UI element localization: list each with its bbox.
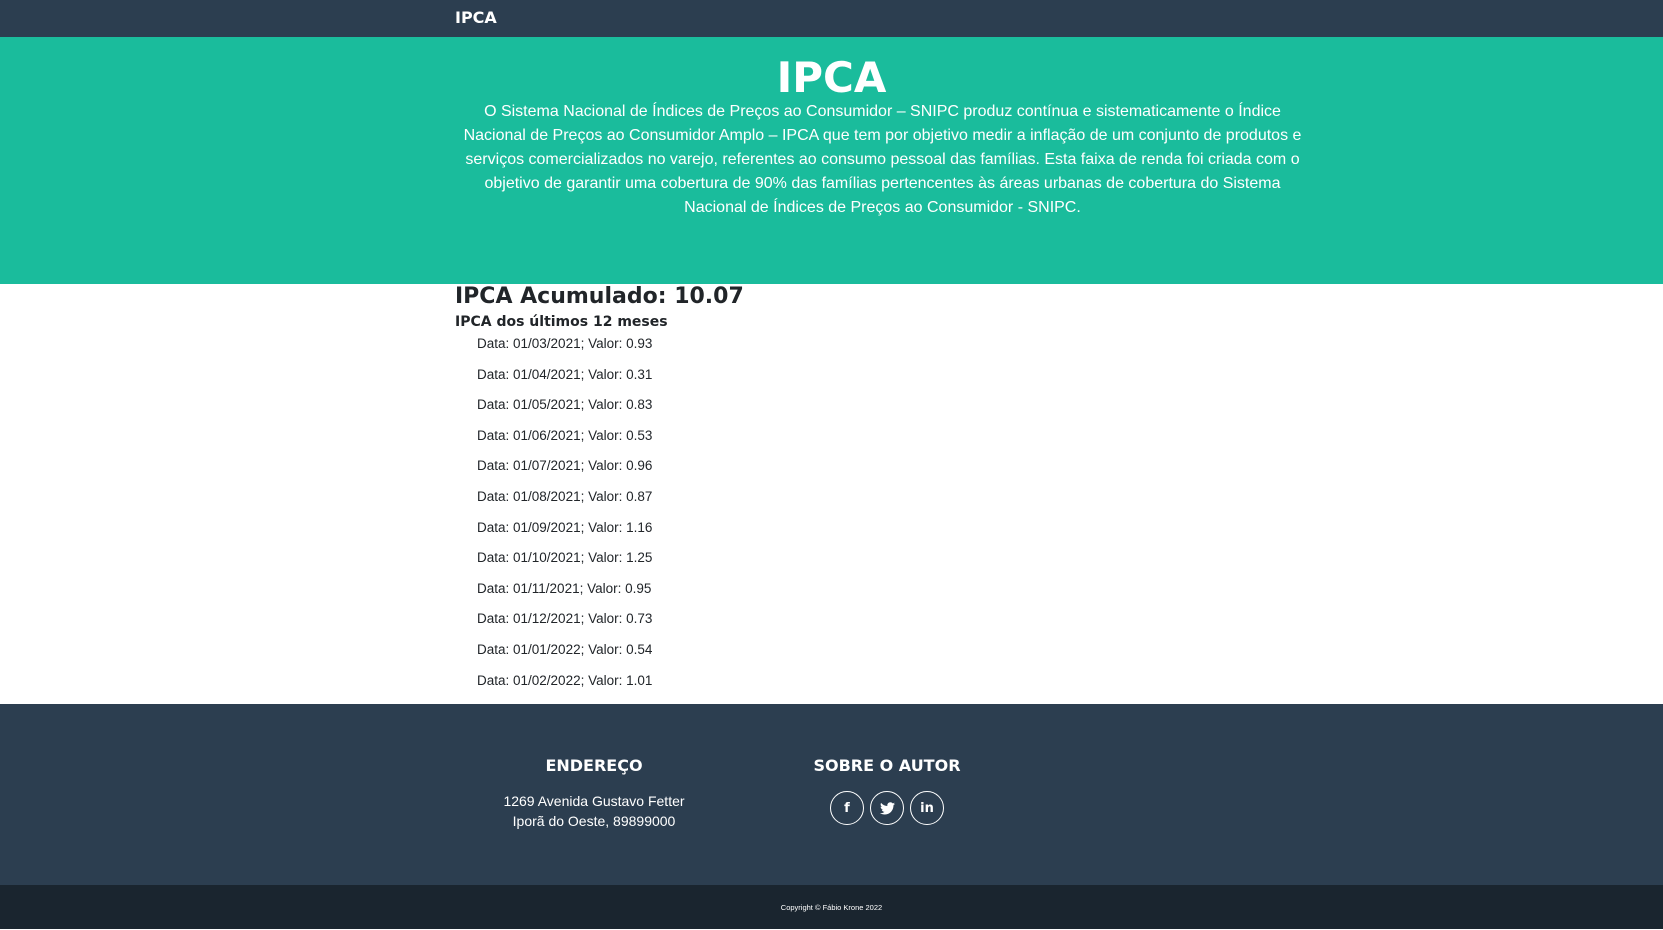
list-item: Data: 01/04/2021; Valor: 0.31 (477, 366, 653, 382)
list-item: Data: 01/10/2021; Valor: 1.25 (477, 550, 653, 566)
address-column: ENDEREÇO 1269 Avenida Gustavo Fetter Ipo… (494, 756, 694, 831)
list-item: Data: 01/03/2021; Valor: 0.93 (477, 336, 653, 351)
address-title: ENDEREÇO (545, 756, 643, 775)
social-links: f in (787, 791, 987, 825)
linkedin-icon[interactable]: in (910, 791, 944, 825)
navbar-brand[interactable]: IPCA (455, 8, 497, 27)
list-item: Data: 01/02/2022; Valor: 1.01 (477, 672, 653, 688)
hero-section: IPCA O Sistema Nacional de Índices de Pr… (0, 37, 1663, 284)
about-title: SOBRE O AUTOR (813, 756, 961, 775)
address-line-1: 1269 Avenida Gustavo Fetter (503, 793, 685, 809)
list-item: Data: 01/08/2021; Valor: 0.87 (477, 488, 653, 504)
monthly-subtitle: IPCA dos últimos 12 meses (455, 314, 668, 330)
hero-description: O Sistema Nacional de Índices de Preços … (463, 103, 1302, 216)
accumulated-label: IPCA Acumulado: (455, 284, 667, 309)
hero-title: IPCA (776, 53, 887, 102)
list-item: Data: 01/01/2022; Valor: 0.54 (477, 641, 653, 657)
footer: ENDEREÇO 1269 Avenida Gustavo Fetter Ipo… (0, 704, 1663, 885)
address-line-2: Iporã do Oeste, 89899000 (512, 813, 676, 829)
twitter-bird-shape (879, 801, 895, 814)
about-column: SOBRE O AUTOR f in (787, 756, 987, 825)
copyright-bar: Copyright © Fábio Krone 2022 (0, 885, 1663, 929)
list-item: Data: 01/11/2021; Valor: 0.95 (477, 580, 652, 596)
facebook-icon[interactable]: f (830, 791, 864, 825)
twitter-icon[interactable] (870, 791, 904, 825)
navbar: IPCA (0, 0, 1663, 37)
address-text: 1269 Avenida Gustavo Fetter Iporã do Oes… (494, 791, 694, 831)
monthly-list: Data: 01/03/2021; Valor: 0.93 Data: 01/0… (477, 336, 652, 703)
accumulated-value: 10.07 (674, 284, 744, 309)
copyright-text: Copyright © Fábio Krone 2022 (780, 903, 883, 912)
accumulated-heading: IPCA Acumulado: 10.07 (455, 284, 744, 309)
list-item: Data: 01/09/2021; Valor: 1.16 (477, 519, 653, 535)
list-item: Data: 01/07/2021; Valor: 0.96 (477, 458, 653, 474)
list-item: Data: 01/12/2021; Valor: 0.73 (477, 611, 653, 627)
list-item: Data: 01/05/2021; Valor: 0.83 (477, 397, 653, 413)
list-item: Data: 01/06/2021; Valor: 0.53 (477, 427, 653, 443)
